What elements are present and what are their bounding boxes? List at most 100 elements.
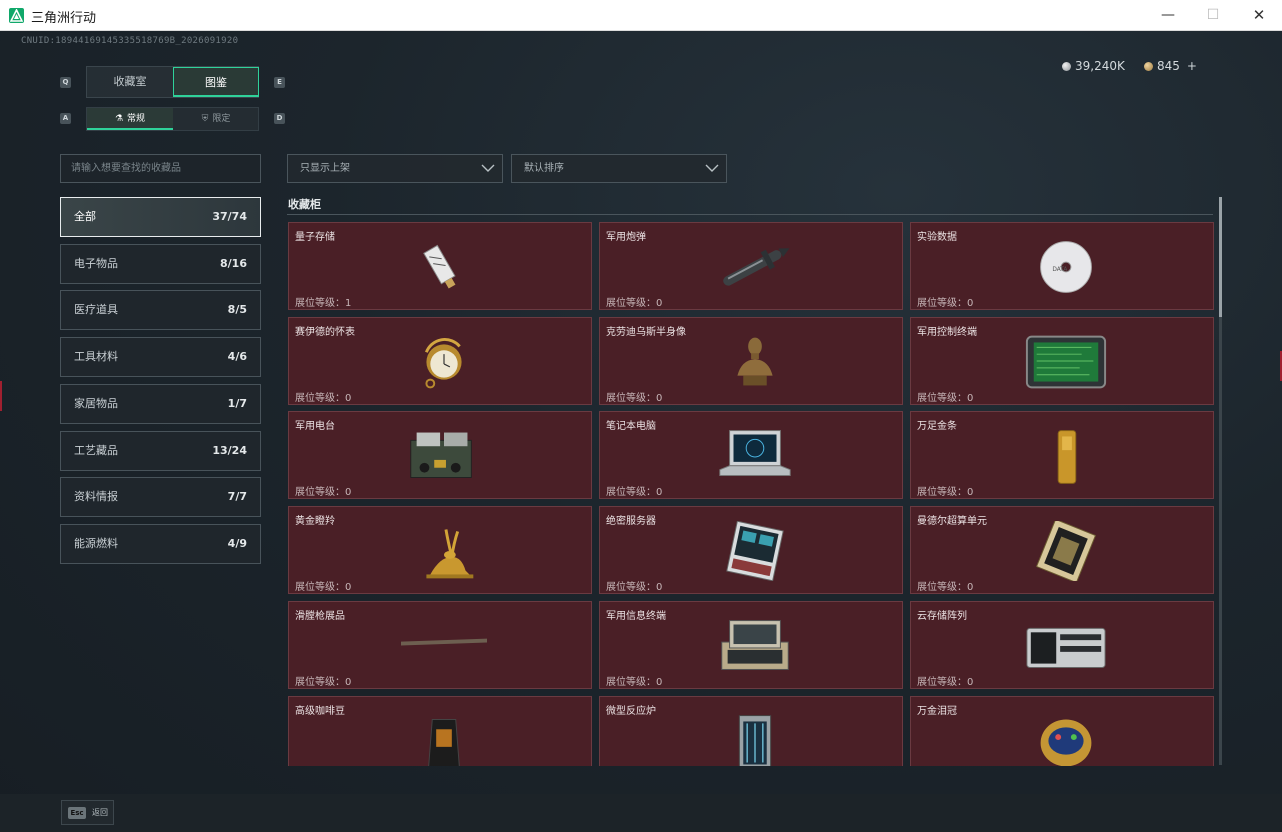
collection-item-card[interactable]: 万足金条 展位等级：0: [910, 411, 1214, 500]
item-name: 高级咖啡豆: [295, 705, 345, 717]
collection-item-card[interactable]: 军用控制终端 展位等级：0: [910, 316, 1214, 405]
footer-bar: [0, 794, 1282, 832]
collection-item-card[interactable]: 微型反应炉: [599, 695, 903, 766]
collection-item-card[interactable]: 万金泪冠: [910, 695, 1214, 766]
item-level-prefix: 展位等级：: [295, 676, 345, 688]
window-title: 三角洲行动: [31, 11, 97, 26]
collection-item-card[interactable]: 滑膛枪展品 展位等级：0: [288, 600, 592, 689]
item-level-value: 0: [656, 298, 663, 309]
collection-item-card[interactable]: 克劳迪乌斯半身像 展位等级：0: [599, 316, 903, 405]
search-input[interactable]: 请输入想要查找的收藏品: [60, 154, 261, 183]
item-egg-icon: [1040, 719, 1092, 766]
collection-item-card[interactable]: 高级咖啡豆: [288, 695, 592, 766]
cnuid-label: CNUID:18944169145335518769B_2026091920: [21, 36, 239, 46]
maximize-button[interactable]: ☐: [1190, 0, 1236, 31]
item-name: 云存储阵列: [917, 610, 967, 622]
currency-silver-value: 39,240K: [1075, 59, 1125, 73]
item-name: 实验数据: [917, 232, 957, 243]
collection-item-card[interactable]: 量子存储 展位等级：1: [288, 222, 592, 310]
tab-regular[interactable]: ⚗ 常规: [87, 108, 173, 130]
item-level: 展位等级：0: [606, 389, 662, 404]
category-item[interactable]: 家居物品 1/7: [60, 383, 261, 424]
item-level-prefix: 展位等级：: [917, 392, 967, 404]
item-name: 笔记本电脑: [606, 421, 656, 433]
collection-item-card[interactable]: 云存储阵列展位等级：0: [910, 600, 1214, 689]
scrollbar-thumb[interactable]: [1219, 197, 1222, 317]
category-label: 家居物品: [74, 396, 118, 410]
category-item[interactable]: 全部 37/74: [60, 197, 261, 237]
category-item[interactable]: 资料情报 7/7: [60, 477, 261, 518]
item-level: 展位等级：0: [917, 673, 973, 688]
item-name: 微型反应炉: [606, 705, 656, 717]
item-disc-icon: DATA: [1040, 241, 1092, 293]
currency-silver: 39,240K: [1062, 59, 1125, 73]
item-radio-icon: [410, 432, 472, 479]
tab-regular-label: 常规: [127, 114, 146, 124]
main-tabs: 收藏室 图鉴: [86, 66, 259, 98]
category-label: 工艺藏品: [74, 443, 118, 457]
item-goldbar-icon: [1057, 430, 1077, 485]
add-currency-button[interactable]: +: [1187, 59, 1197, 73]
item-level: 展位等级：0: [917, 389, 973, 404]
close-button[interactable]: ✕: [1236, 0, 1282, 31]
item-reactor-icon: [738, 714, 772, 766]
currency-gold-value: 845: [1157, 59, 1180, 73]
tab-limited[interactable]: ⛨ 限定: [173, 108, 259, 130]
item-server-icon: [726, 521, 784, 582]
filter-dropdown[interactable]: 只显示上架: [287, 154, 503, 183]
sub-tabs: ⚗ 常规 ⛨ 限定: [86, 107, 259, 131]
collection-item-card[interactable]: 军用炮弹 展位等级：0: [599, 222, 903, 310]
item-level-value: 0: [967, 298, 974, 309]
item-name: 万足金条: [917, 421, 957, 433]
back-button-label: 返回: [92, 808, 108, 817]
item-level-prefix: 展位等级：: [295, 582, 345, 594]
item-case-icon: [721, 619, 789, 670]
tab-collection-room[interactable]: 收藏室: [87, 67, 173, 97]
item-level-value: 0: [967, 392, 974, 404]
item-laptop-icon: [719, 430, 791, 477]
back-button[interactable]: Esc 返回: [61, 800, 114, 825]
minimize-button[interactable]: —: [1145, 0, 1191, 31]
item-level-value: 0: [656, 582, 663, 594]
item-level-prefix: 展位等级：: [606, 487, 656, 499]
item-cpu-icon: [1035, 521, 1097, 582]
flask-icon: ⚗: [114, 114, 124, 124]
collection-item-card[interactable]: 军用信息终端 展位等级：0: [599, 600, 903, 689]
item-name: 滑膛枪展品: [295, 610, 345, 622]
window-titlebar: 三角洲行动 — ☐ ✕: [0, 0, 1282, 31]
category-count: 8/5: [227, 303, 247, 317]
item-level-prefix: 展位等级：: [606, 676, 656, 688]
collection-item-card[interactable]: 军用电台 展位等级：0: [288, 411, 592, 500]
category-item[interactable]: 医疗道具 8/5: [60, 290, 261, 331]
item-level: 展位等级：0: [606, 294, 662, 309]
item-gazelle-icon: [426, 529, 474, 579]
item-level-prefix: 展位等级：: [917, 582, 967, 594]
collection-item-card[interactable]: 实验数据 DATA 展位等级：0: [910, 222, 1214, 310]
category-label: 医疗道具: [74, 303, 118, 317]
category-item[interactable]: 能源燃料 4/9: [60, 523, 261, 564]
category-item[interactable]: 工艺藏品 13/24: [60, 430, 261, 471]
collection-item-card[interactable]: 赛伊德的怀表 展位等级：0: [288, 316, 592, 405]
section-divider: [287, 214, 1213, 215]
item-name: 曼德尔超算单元: [917, 516, 987, 528]
item-level: 展位等级：0: [917, 578, 973, 593]
key-hint-q: Q: [60, 77, 71, 88]
category-item[interactable]: 电子物品 8/16: [60, 243, 261, 284]
item-level: 展位等级：0: [606, 673, 662, 688]
collection-item-card[interactable]: 曼德尔超算单元 展位等级：0: [910, 506, 1214, 595]
category-label: 能源燃料: [74, 536, 118, 550]
item-musket-icon: [401, 636, 487, 648]
item-level: 展位等级：0: [917, 294, 973, 309]
collection-item-card[interactable]: 笔记本电脑 展位等级：0: [599, 411, 903, 500]
category-item[interactable]: 工具材料 4/6: [60, 337, 261, 378]
collection-item-card[interactable]: 黄金瞪羚 展位等级：0: [288, 506, 592, 595]
collection-item-card[interactable]: 绝密服务器 展位等级：0: [599, 506, 903, 595]
currency-gold: 845 +: [1144, 59, 1197, 73]
sort-dropdown[interactable]: 默认排序: [511, 154, 727, 183]
gold-coin-icon: [1144, 62, 1153, 71]
tab-codex[interactable]: 图鉴: [173, 67, 259, 97]
limited-icon: ⛨: [201, 114, 209, 124]
item-name: 绝密服务器: [606, 516, 656, 528]
esc-key-icon: Esc: [68, 807, 86, 819]
sort-dropdown-label: 默认排序: [524, 163, 564, 174]
